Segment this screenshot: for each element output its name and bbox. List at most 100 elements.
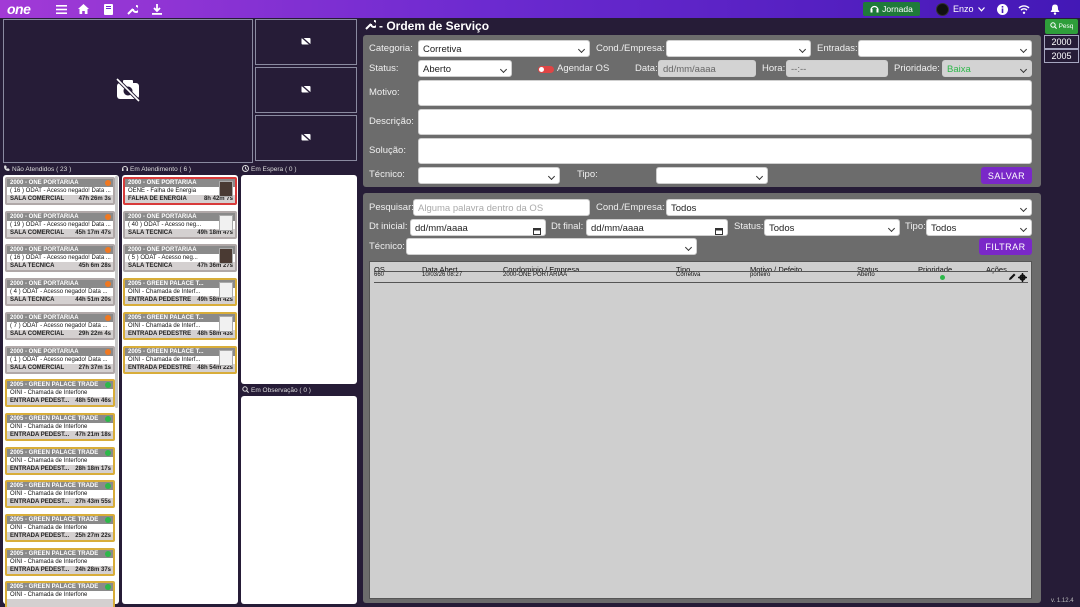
alarm-card[interactable]: 2000 - ONE PORTARIAA( 16 ) ODAT - Acesso… [5, 244, 115, 273]
chevron-down-icon [577, 45, 586, 54]
em-espera-list[interactable] [241, 175, 357, 384]
prioridade-select[interactable]: Baixa [942, 60, 1032, 77]
filter-cond-select[interactable]: Todos [666, 199, 1032, 216]
alarm-card[interactable]: 2000 - ONE PORTARIAA( 40 ) ODAT - Acesso… [123, 210, 237, 239]
condominio-2005-button[interactable]: 2005 [1044, 49, 1079, 63]
filter-status-select[interactable]: Todos [764, 219, 900, 236]
alarm-card[interactable]: 2000 - ONE PORTARIAA OENE - Falha de Ener… [123, 177, 237, 205]
app-logo[interactable]: one [7, 1, 31, 17]
bell-icon[interactable] [1049, 3, 1061, 15]
status-dot [105, 348, 111, 355]
card-elapsed-time: 25h 27m 22s [75, 533, 111, 539]
status-select[interactable]: Aberto [418, 60, 512, 77]
data-input[interactable]: dd/mm/aaaa [658, 60, 756, 77]
image-placeholder-icon[interactable] [219, 315, 233, 332]
alarm-card[interactable]: 2000 - ONE PORTARIAA( 5 ) ODAT - Acesso … [123, 244, 237, 273]
filter-tipo-select[interactable]: Todos [926, 219, 1032, 236]
snapshot-thumbnail[interactable] [219, 181, 233, 197]
menu-icon[interactable] [55, 3, 67, 15]
user-menu[interactable]: Enzo [936, 2, 985, 16]
snapshot-thumbnail[interactable] [219, 248, 233, 265]
descricao-textarea[interactable] [418, 109, 1032, 135]
download-icon[interactable] [151, 3, 163, 15]
card-event: ( 16 ) ODAT - Acesso negado! Data ... [7, 254, 113, 262]
card-header-text: 2000 - ONE PORTARIAA [128, 213, 197, 220]
tecnico-select[interactable] [418, 167, 560, 184]
card-location-text: SALA COMERCIAL [10, 229, 65, 236]
card-location: ENTRADA PEDEST... 27h 43m 55s [7, 498, 113, 507]
hora-input[interactable]: --:-- [786, 60, 888, 77]
tipo-select[interactable] [656, 167, 768, 184]
image-placeholder-icon[interactable] [219, 214, 233, 231]
cond-empresa-select[interactable] [666, 40, 811, 57]
filter-tecnico-select[interactable] [406, 238, 697, 255]
agendar-os-label: Agendar OS [557, 63, 610, 74]
image-placeholder-icon[interactable] [219, 349, 233, 366]
alarm-card[interactable]: 2000 - ONE PORTARIAA( 16 ) ODAT - Acesso… [5, 177, 115, 205]
table-header-prioridade[interactable]: Prioridade [918, 265, 952, 274]
entradas-select[interactable] [858, 40, 1032, 57]
search-icon [1049, 22, 1057, 31]
row-os: 660 [374, 272, 385, 278]
tecnico-label: Técnico: [369, 169, 405, 180]
card-location-text: SALA COMERCIAL [10, 196, 65, 202]
camera-view-3[interactable] [255, 67, 357, 113]
alarm-card[interactable]: 2005 - GREEN PALACE T... OINI - Chamada d… [123, 311, 237, 340]
alarm-card[interactable]: 2005 - GREEN PALACE TRADE OINI - Chamada … [5, 547, 115, 576]
alarm-card[interactable]: 2000 - ONE PORTARIAA( 1 ) ODAT - Acesso … [5, 345, 115, 374]
wifi-icon[interactable] [1018, 3, 1030, 15]
dt-final-input[interactable]: dd/mm/aaaa [586, 219, 728, 236]
camera-view-4[interactable] [255, 115, 357, 161]
alarm-card[interactable]: 2005 - GREEN PALACE T... OINI - Chamada d… [123, 278, 237, 307]
status-dot [105, 213, 111, 220]
status-dot [105, 180, 111, 186]
condominio-2000-button[interactable]: 2000 [1044, 35, 1079, 49]
filtrar-button[interactable]: FILTRAR [979, 238, 1032, 255]
card-event-text: ( 7 ) ODAT - Acesso negado! Data ... [10, 322, 108, 329]
card-location: SALA COMERCIAL 47h 26m 3s [7, 195, 113, 203]
salvar-button[interactable]: SALVAR [981, 167, 1032, 184]
status-dot [105, 550, 111, 557]
info-icon[interactable] [996, 3, 1008, 15]
card-location-text: ENTRADA PEDEST... [10, 499, 70, 506]
alarm-card[interactable]: 2005 - GREEN PALACE TRADE OINI - Chamada … [5, 379, 115, 408]
categoria-select[interactable]: Corretiva [418, 40, 590, 57]
em-atendimento-list[interactable] [122, 175, 238, 604]
em-observacao-list[interactable] [241, 396, 357, 604]
home-icon[interactable] [77, 3, 89, 15]
camera-view-2[interactable] [255, 19, 357, 65]
alarm-card[interactable]: 2005 - GREEN PALACE TRADE OINI - Chamada … [5, 514, 115, 542]
solucao-textarea[interactable] [418, 138, 1032, 164]
pesq-button[interactable]: Pesq [1045, 19, 1078, 34]
card-location: ENTRADA PEDEST... 24h 28m 37s [7, 565, 113, 574]
book-icon[interactable] [102, 3, 114, 15]
alarm-card[interactable]: 2000 - ONE PORTARIAA( 4 ) ODAT - Acesso … [5, 278, 115, 307]
card-elapsed-time: 45h 17m 47s [75, 229, 111, 236]
alarm-card[interactable]: 2005 - GREEN PALACE TRADE OINI - Chamada … [5, 412, 115, 441]
alarm-card[interactable]: 2000 - ONE PORTARIAA( 7 ) ODAT - Acesso … [5, 311, 115, 340]
status-value: Aberto [423, 64, 451, 75]
card-elapsed-time: 27h 37m 1s [78, 364, 111, 371]
card-event: ( 1 ) ODAT - Acesso negado! Data ... [7, 356, 113, 364]
dt-inicial-input[interactable]: dd/mm/aaaa [410, 219, 546, 236]
alarm-card[interactable]: 2005 - GREEN PALACE TRADE OINI - Chamada … [5, 446, 115, 475]
agendar-os-toggle[interactable] [538, 66, 554, 73]
calendar-icon[interactable] [715, 224, 723, 241]
card-header-text: 2000 - ONE PORTARIAA [128, 247, 197, 254]
camera-off-icon [115, 77, 141, 104]
card-location-text: ENTRADA PEDEST... [10, 398, 70, 405]
wrench-icon[interactable] [126, 3, 138, 15]
alarm-card[interactable]: 2005 - GREEN PALACE TRADE OINI - Chamada … [5, 480, 115, 509]
card-location [7, 599, 113, 607]
camera-main-view[interactable] [3, 19, 253, 163]
prioridade-label: Prioridade: [894, 63, 940, 74]
alarm-card[interactable]: 2000 - ONE PORTARIAA( 19 ) ODAT - Acesso… [5, 210, 115, 239]
card-event-text: OINI - Chamada de Interfone [10, 423, 88, 430]
scrollbar[interactable] [115, 176, 118, 408]
image-placeholder-icon[interactable] [219, 282, 233, 299]
jornada-button[interactable]: Jornada [863, 2, 920, 16]
pesquisar-input[interactable]: Alguma palavra dentro da OS [413, 199, 590, 216]
alarm-card[interactable]: 2005 - GREEN PALACE T... OINI - Chamada d… [123, 345, 237, 374]
motivo-textarea[interactable] [418, 80, 1032, 106]
alarm-card[interactable]: 2005 - GREEN PALACE TRADE OINI - Chamada … [5, 581, 115, 607]
